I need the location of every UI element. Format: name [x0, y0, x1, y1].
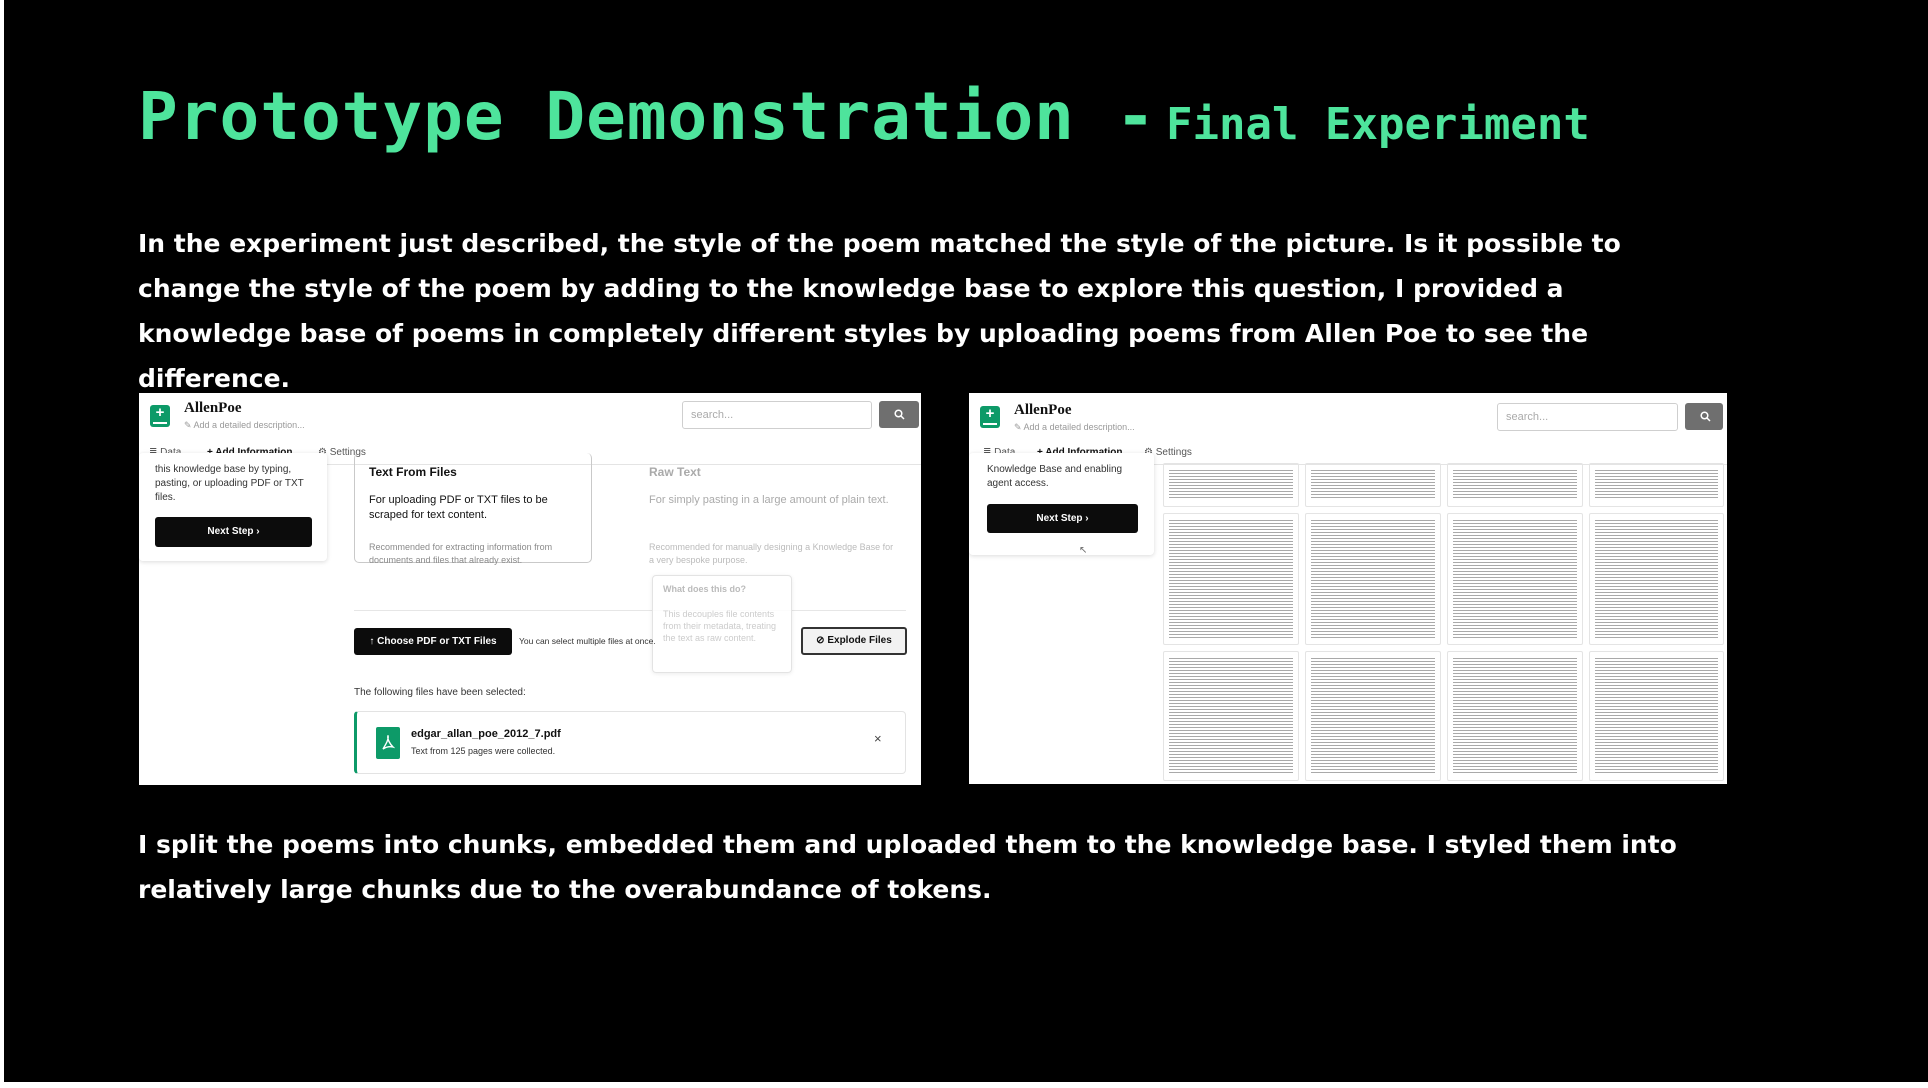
- logo-icon: [150, 404, 170, 427]
- option-heading: Raw Text: [649, 465, 701, 479]
- divider: [354, 610, 906, 611]
- multi-select-note: You can select multiple files at once.: [519, 636, 656, 646]
- option-text-from-files[interactable]: Text From Files For uploading PDF or TXT…: [354, 453, 592, 565]
- chunk-card[interactable]: [1589, 513, 1724, 645]
- chunk-card[interactable]: [1589, 651, 1724, 781]
- option-note: Recommended for extracting information f…: [369, 542, 553, 565]
- app-name: AllenPoe: [1014, 402, 1072, 418]
- chevron-right-icon: ›: [1082, 513, 1089, 524]
- tooltip-body: This decouples file contents from their …: [663, 609, 777, 643]
- description-field[interactable]: Add a detailed description...: [1014, 422, 1135, 433]
- pdf-icon: [376, 727, 400, 759]
- explode-files-button[interactable]: ⊘ Explode Files: [801, 627, 907, 655]
- search-icon: [894, 409, 905, 420]
- app-name: AllenPoe: [184, 400, 242, 416]
- tab-settings-label: Settings: [1155, 447, 1192, 458]
- chunk-card[interactable]: [1447, 513, 1583, 645]
- next-step-label: Next Step: [207, 526, 254, 537]
- option-note: Recommended for manually designing a Kno…: [649, 542, 894, 565]
- slide: Prototype Demonstration - Final Experime…: [4, 0, 1928, 1082]
- search-button[interactable]: [1685, 403, 1723, 430]
- file-name: edgar_allan_poe_2012_7.pdf: [411, 728, 561, 740]
- tooltip-heading: What does this do?: [663, 584, 746, 594]
- option-heading: Text From Files: [369, 465, 457, 479]
- selected-file-card: edgar_allan_poe_2012_7.pdf Text from 125…: [354, 711, 906, 774]
- screenshot-add-information: AllenPoe Add a detailed description... s…: [139, 393, 921, 785]
- sidebar-text: Knowledge Base and enabling agent access…: [987, 464, 1123, 489]
- logo-icon: [980, 405, 1000, 428]
- upload-icon: ↑: [369, 636, 378, 647]
- next-step-label: Next Step: [1036, 513, 1083, 524]
- search-icon: [1700, 411, 1711, 422]
- tooltip: What does this do? This decouples file c…: [652, 575, 792, 673]
- file-detail: Text from 125 pages were collected.: [411, 746, 556, 756]
- chunk-card[interactable]: [1305, 651, 1441, 781]
- choose-files-button[interactable]: ↑ Choose PDF or TXT Files: [354, 628, 512, 655]
- option-raw-text[interactable]: Raw Text For simply pasting in a large a…: [635, 453, 905, 565]
- next-step-button[interactable]: Next Step ›: [987, 504, 1138, 533]
- chunk-card[interactable]: [1163, 651, 1299, 781]
- cursor-icon: ↖: [1079, 545, 1088, 556]
- search-input[interactable]: search...: [1497, 403, 1678, 431]
- option-description: For simply pasting in a large amount of …: [649, 494, 889, 506]
- sidebar-card: this knowledge base by typing, pasting, …: [139, 453, 327, 561]
- screenshot-knowledge-chunks: AllenPoe Add a detailed description... s…: [969, 393, 1727, 784]
- explode-files-label: Explode Files: [827, 635, 892, 646]
- chunk-card[interactable]: [1163, 463, 1299, 507]
- slide-title-main: Prototype Demonstration -: [138, 78, 1157, 155]
- search-input[interactable]: search...: [682, 401, 872, 429]
- chunk-card[interactable]: [1305, 513, 1441, 645]
- chunk-card[interactable]: [1447, 651, 1583, 781]
- intro-paragraph: In the experiment just described, the st…: [138, 229, 1621, 393]
- chunk-card[interactable]: [1447, 463, 1583, 507]
- layers-icon: ⊘: [816, 635, 828, 646]
- outro-paragraph: I split the poems into chunks, embedded …: [138, 830, 1677, 904]
- slide-title: Prototype Demonstration - Final Experime…: [138, 78, 1590, 155]
- choose-files-label: Choose PDF or TXT Files: [377, 636, 497, 647]
- chunk-card[interactable]: [1163, 513, 1299, 645]
- chevron-right-icon: ›: [253, 526, 260, 537]
- slide-title-sub: Final Experiment: [1166, 99, 1590, 150]
- next-step-button[interactable]: Next Step ›: [155, 517, 312, 547]
- sidebar-text: this knowledge base by typing, pasting, …: [155, 464, 304, 503]
- sidebar-card: Knowledge Base and enabling agent access…: [969, 453, 1154, 555]
- description-field[interactable]: Add a detailed description...: [184, 420, 305, 431]
- selected-files-label: The following files have been selected:: [354, 687, 526, 698]
- chunk-card[interactable]: [1589, 463, 1724, 507]
- search-button[interactable]: [879, 401, 919, 428]
- chunk-card[interactable]: [1305, 463, 1441, 507]
- close-icon[interactable]: ×: [874, 731, 882, 746]
- option-description: For uploading PDF or TXT files to be scr…: [369, 494, 548, 521]
